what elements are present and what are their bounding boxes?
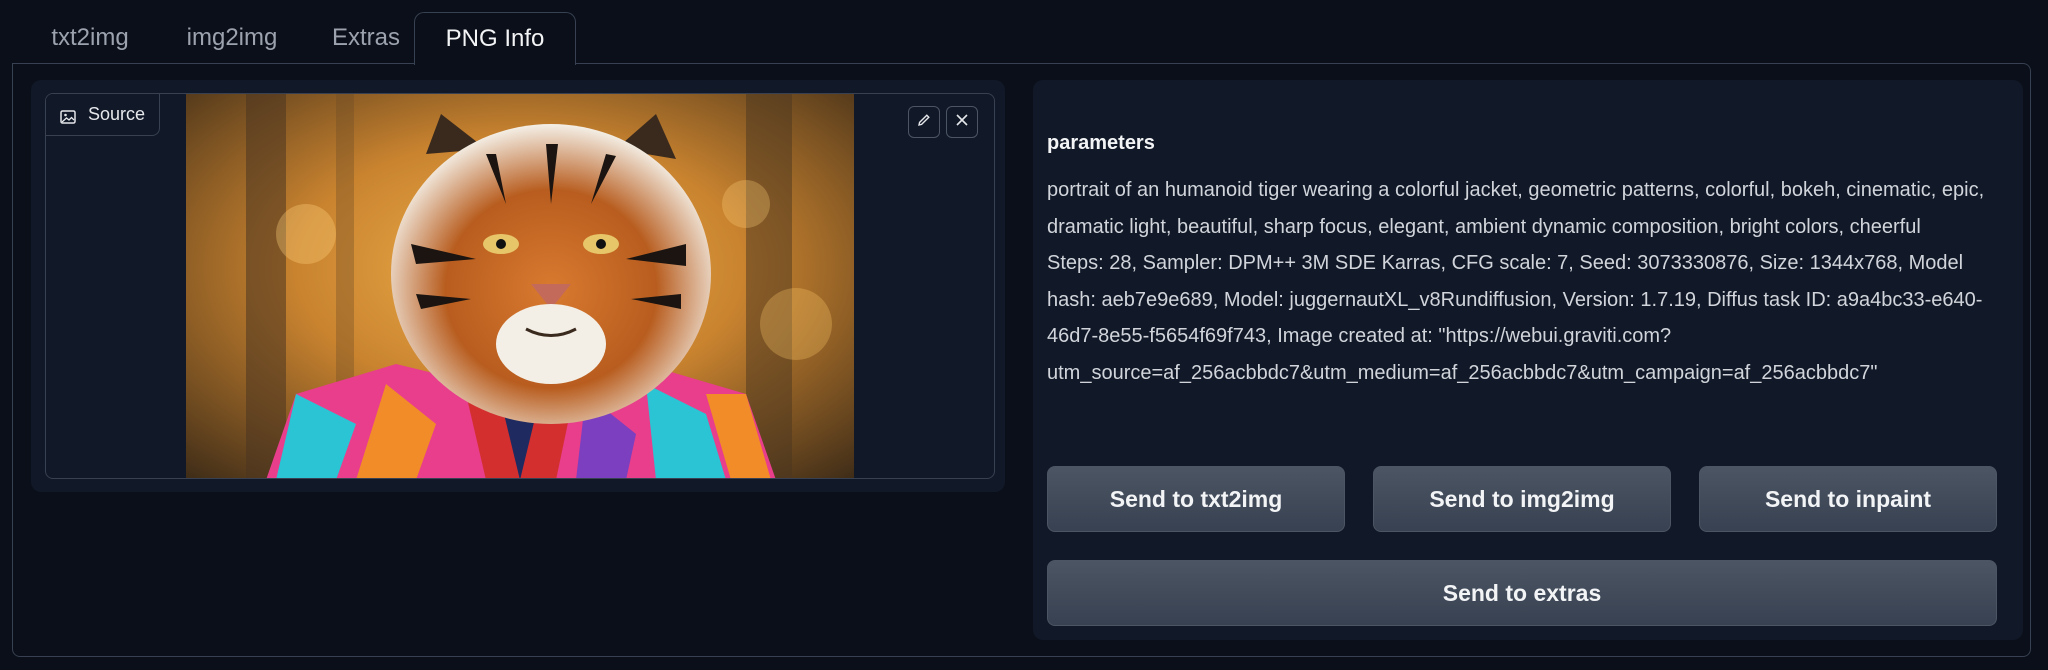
source-label-text: Source xyxy=(88,104,146,124)
send-to-txt2img-button[interactable]: Send to txt2img xyxy=(1047,466,1345,532)
tab-txt2img[interactable]: txt2img xyxy=(22,12,158,64)
send-to-extras-button[interactable]: Send to extras xyxy=(1047,560,1997,626)
tab-img2img[interactable]: img2img xyxy=(158,12,306,64)
image-icon xyxy=(60,108,76,124)
source-label: Source xyxy=(46,94,160,136)
parameters-title: parameters xyxy=(1047,132,1155,154)
send-to-img2img-button[interactable]: Send to img2img xyxy=(1373,466,1671,532)
parameters-card: parameters portrait of an humanoid tiger… xyxy=(1033,80,2023,640)
edit-image-button[interactable] xyxy=(908,106,940,138)
send-to-inpaint-button[interactable]: Send to inpaint xyxy=(1699,466,1997,532)
tab-bar: txt2img img2img Extras PNG Info xyxy=(12,12,2032,65)
generation-settings-text: Steps: 28, Sampler: DPM++ 3M SDE Karras,… xyxy=(1047,252,1983,384)
clear-image-button[interactable] xyxy=(946,106,978,138)
parameters-text: portrait of an humanoid tiger wearing a … xyxy=(1047,172,2007,391)
png-info-panel: Source parameters portrait of an humanoi… xyxy=(12,63,2031,657)
source-image-card: Source xyxy=(31,80,1005,492)
source-image-upload[interactable]: Source xyxy=(45,93,995,479)
tab-extras[interactable]: Extras xyxy=(306,12,426,64)
tiger-portrait-image xyxy=(186,94,854,478)
close-icon xyxy=(955,113,969,132)
tab-png-info[interactable]: PNG Info xyxy=(414,12,576,65)
pencil-icon xyxy=(916,112,932,133)
prompt-text: portrait of an humanoid tiger wearing a … xyxy=(1047,179,1985,238)
